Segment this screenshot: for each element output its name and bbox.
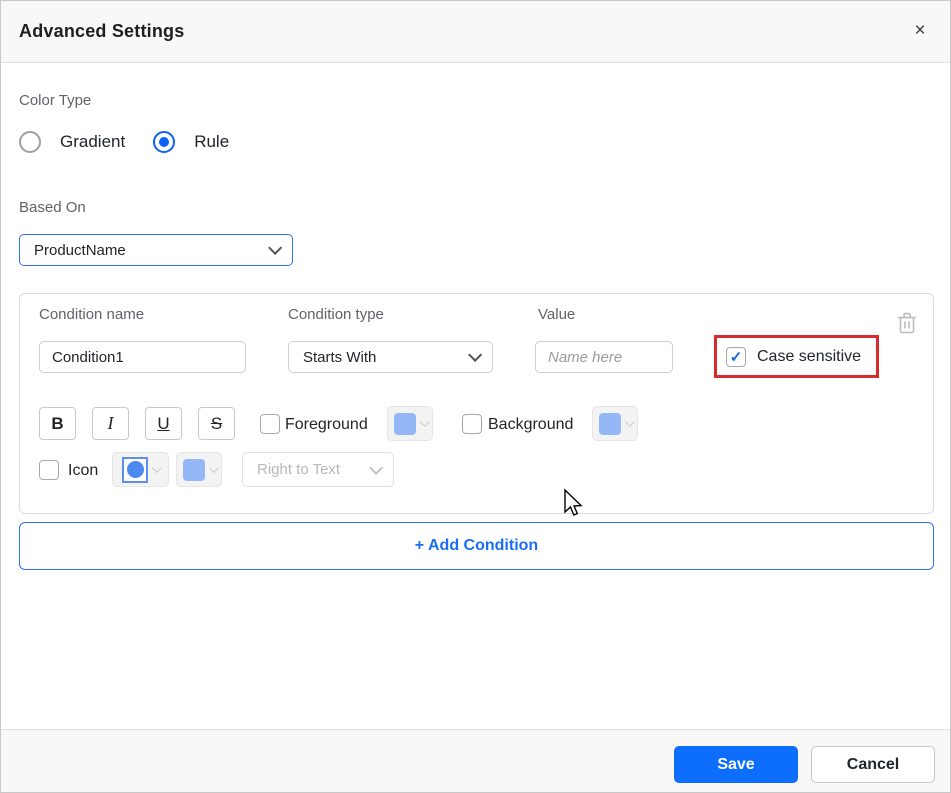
cancel-button[interactable]: Cancel [811, 746, 935, 783]
save-label: Save [717, 755, 755, 773]
foreground-checkbox[interactable] [260, 414, 280, 434]
cancel-label: Cancel [846, 755, 900, 773]
based-on-label: Based On [19, 199, 86, 216]
radio-rule-icon[interactable] [153, 131, 176, 153]
color-type-radio-group: Gradient Rule [19, 127, 229, 157]
value-label: Value [538, 306, 576, 323]
condition-panel: Condition name Condition type Value Star… [19, 293, 934, 514]
foreground-label: Foreground [285, 416, 368, 433]
icon-checkbox[interactable] [39, 460, 59, 480]
icon-position-select[interactable]: Right to Text [242, 452, 394, 487]
circle-icon [126, 461, 144, 478]
strikethrough-button[interactable]: S [198, 407, 235, 440]
chevron-down-icon [268, 240, 283, 255]
case-sensitive-highlight: ✓ Case sensitive [714, 335, 879, 378]
checkmark-icon: ✓ [729, 348, 743, 366]
italic-button[interactable]: I [92, 407, 129, 440]
bold-icon: B [51, 413, 64, 433]
add-condition-label: + Add Condition [414, 537, 539, 554]
radio-gradient-label: Gradient [60, 132, 126, 151]
icon-position-value: Right to Text [257, 461, 341, 478]
radio-rule-label: Rule [194, 132, 230, 151]
delete-condition-button[interactable] [896, 311, 918, 335]
add-condition-button[interactable]: + Add Condition [19, 522, 934, 570]
foreground-color-dropdown[interactable] [387, 406, 433, 441]
radio-option-gradient[interactable]: Gradient [19, 131, 125, 153]
chevron-down-icon [624, 417, 635, 428]
based-on-select[interactable]: ProductName [19, 234, 293, 266]
condition-type-select[interactable]: Starts With [288, 341, 493, 373]
dialog-footer: Save Cancel [1, 729, 950, 792]
chevron-down-icon [419, 417, 430, 428]
background-color-swatch [598, 412, 621, 435]
condition-name-label: Condition name [39, 306, 145, 323]
chevron-down-icon [208, 463, 219, 474]
dialog-title: Advanced Settings [19, 21, 185, 41]
chevron-down-icon [151, 463, 162, 474]
condition-name-input[interactable] [39, 341, 246, 373]
icon-color-dropdown[interactable] [176, 452, 222, 487]
advanced-settings-dialog: Advanced Settings × Color Type Gradient … [0, 0, 951, 793]
radio-option-rule[interactable]: Rule [153, 131, 229, 153]
underline-button[interactable]: U [145, 407, 182, 440]
strikethrough-icon: S [210, 413, 223, 433]
save-button[interactable]: Save [674, 746, 798, 783]
background-color-dropdown[interactable] [592, 406, 638, 441]
based-on-value: ProductName [34, 241, 126, 259]
close-button[interactable]: × [904, 15, 936, 47]
background-checkbox[interactable] [462, 414, 482, 434]
value-input[interactable] [535, 341, 673, 373]
condition-type-value: Starts With [303, 348, 377, 366]
icon-shape-swatch [122, 456, 148, 483]
underline-icon: U [157, 413, 170, 433]
icon-shape-dropdown[interactable] [112, 452, 169, 487]
bold-button[interactable]: B [39, 407, 76, 440]
italic-icon: I [107, 413, 114, 433]
foreground-color-swatch [393, 412, 416, 435]
case-sensitive-label: Case sensitive [757, 347, 862, 365]
close-icon: × [914, 20, 926, 41]
radio-gradient-icon[interactable] [19, 131, 41, 153]
icon-color-swatch [182, 458, 205, 481]
condition-type-label: Condition type [288, 306, 384, 323]
icon-label: Icon [68, 462, 99, 479]
background-label: Background [488, 416, 574, 433]
case-sensitive-checkbox[interactable]: ✓ [726, 346, 746, 367]
chevron-down-icon [369, 460, 384, 475]
color-type-label: Color Type [19, 92, 92, 109]
dialog-header: Advanced Settings × [1, 1, 950, 63]
chevron-down-icon [468, 347, 483, 362]
